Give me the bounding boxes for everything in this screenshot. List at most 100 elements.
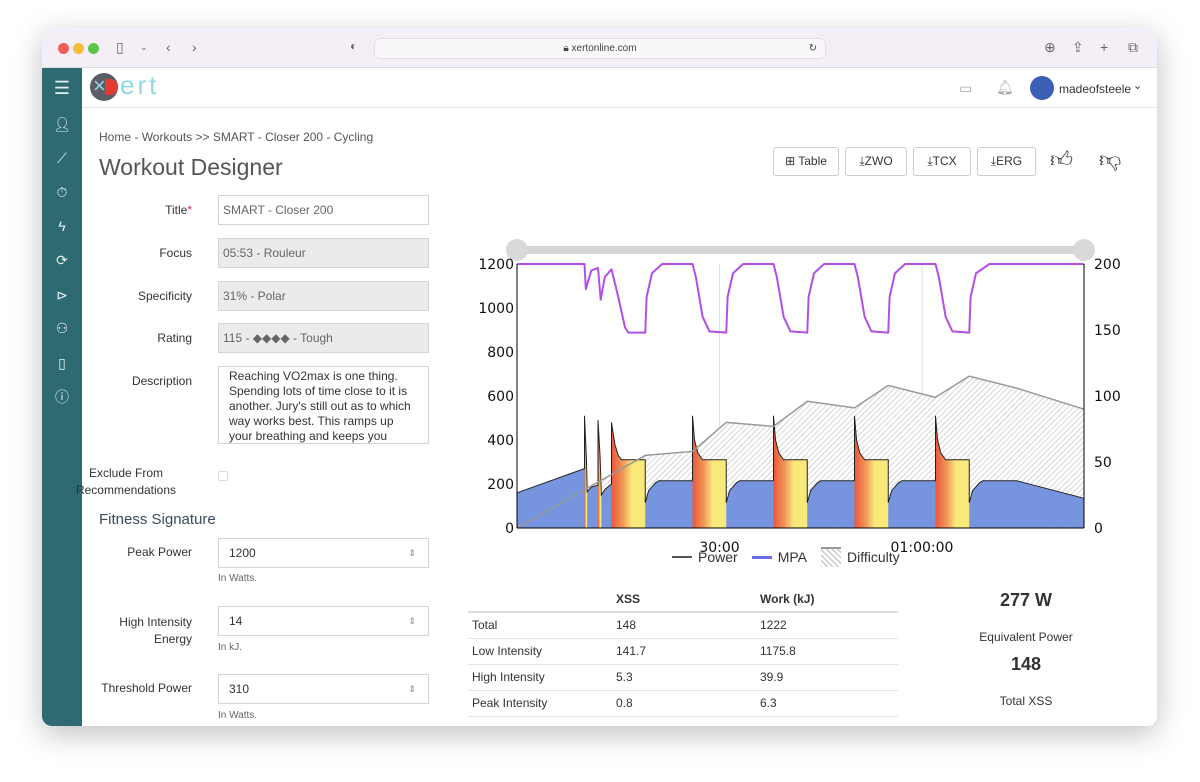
download-zwo-button[interactable]: ⤓ZWO [845, 147, 907, 176]
thumbs-down-icon[interactable]: 👎︎ [1099, 146, 1121, 173]
share-icon[interactable]: ⇪ [1072, 39, 1084, 56]
table-cell: 0.8 [612, 690, 756, 717]
peak-power-value: 1200 [229, 546, 256, 560]
stepper-icon[interactable]: ⇕ [408, 675, 416, 703]
high-intensity-interval [692, 415, 727, 528]
chart-icon[interactable]: ⟋ [52, 148, 72, 168]
legend-mpa[interactable]: MPA [778, 549, 807, 565]
title-input[interactable]: SMART - Closer 200 [218, 195, 429, 225]
bolt-icon[interactable]: ϟ [52, 216, 72, 236]
table-row: High Intensity 5.3 39.9 [468, 664, 898, 691]
close-window-button[interactable] [58, 43, 69, 54]
description-label: Description [131, 374, 192, 388]
description-textarea[interactable]: Reaching VO2max is one thing. Spending l… [218, 366, 429, 444]
workout-chart[interactable]: 02004006008001000120005010015020030:00 01… [460, 200, 1120, 560]
video-icon[interactable]: ▭ [959, 80, 972, 97]
thumbs-up-icon[interactable]: 👍︎ [1050, 146, 1073, 173]
bell-icon[interactable]: 🔔︎ [996, 79, 1014, 96]
forward-icon[interactable]: › [192, 39, 197, 55]
minimize-window-button[interactable] [73, 43, 84, 54]
legend-power[interactable]: Power [698, 549, 738, 565]
browser-window: ▯ ⌄ ‹ › ◐ 🔒︎ xertonline.com ↻ ⊕ ⇪ + ⧉ ☰ 👤… [42, 28, 1157, 726]
y-left-tick-label: 1200 [478, 257, 514, 273]
user-name[interactable]: madeofsteele [1059, 82, 1131, 96]
title-label: Title* [42, 203, 192, 217]
y-right-tick-label: 0 [1094, 521, 1103, 537]
specificity-label: Specificity [137, 289, 192, 303]
breadcrumb-home[interactable]: Home [99, 130, 131, 144]
table-header-row: XSS Work (kJ) [468, 586, 898, 613]
range-slider-track [517, 246, 1084, 254]
app-header: × ert ▭ 🔔︎ madeofsteele ⌄ ⊕ [82, 68, 1157, 108]
logo-icon[interactable]: × [90, 73, 118, 101]
exclude-label: Exclude From Recommendations [51, 465, 201, 499]
exclude-label-line2: Recommendations [75, 483, 177, 497]
column-header [468, 586, 612, 613]
download-tcx-button[interactable]: ⤓TCX [913, 147, 971, 176]
rating-field: 115 - ◆◆◆◆ - Tough [218, 323, 429, 353]
legend-difficulty[interactable]: Difficulty [847, 549, 900, 565]
address-bar[interactable]: 🔒︎ xertonline.com ↻ [374, 38, 826, 59]
tabs-overview-icon[interactable]: ⧉ [1128, 39, 1138, 56]
back-icon[interactable]: ‹ [166, 39, 171, 55]
reload-icon[interactable]: ↻ [809, 39, 817, 58]
high-intensity-interval [611, 415, 646, 528]
y-left-tick-label: 1000 [478, 301, 514, 317]
table-icon: ⊞ [785, 154, 799, 168]
chevron-down-icon[interactable]: ⌄ [140, 42, 148, 53]
phone-icon[interactable]: ▯ [52, 353, 72, 373]
difficulty-legend-swatch [821, 547, 841, 567]
hie-label: High Intensity Energy [42, 614, 192, 648]
new-tab-icon[interactable]: + [1100, 39, 1108, 55]
maximize-window-button[interactable] [88, 43, 99, 54]
y-left-tick-label: 0 [505, 521, 514, 537]
exclude-checkbox[interactable] [218, 471, 228, 481]
required-mark: * [187, 203, 192, 217]
title-label-text: Title [165, 203, 188, 217]
stats-table: XSS Work (kJ) Total 148 1222 Low Intensity 1… [468, 586, 898, 717]
table-cell: 1222 [756, 612, 898, 639]
peak-power-input[interactable]: 1200 ⇕ [218, 538, 429, 568]
focus-field: 05:53 - Rouleur [218, 238, 429, 268]
fitness-signature-heading: Fitness Signature [99, 511, 216, 528]
chevron-down-icon[interactable]: ⌄ [1133, 79, 1142, 92]
stepper-icon[interactable]: ⇕ [408, 539, 416, 567]
table-cell: Peak Intensity [468, 690, 612, 717]
column-header-work: Work (kJ) [756, 586, 898, 613]
table-row: Peak Intensity 0.8 6.3 [468, 690, 898, 717]
user-icon[interactable]: 👤︎ [52, 114, 72, 134]
table-cell: 6.3 [756, 690, 898, 717]
hie-input[interactable]: 14 ⇕ [218, 606, 429, 636]
avatar[interactable] [1030, 76, 1054, 100]
browser-titlebar: ▯ ⌄ ‹ › ◐ 🔒︎ xertonline.com ↻ ⊕ ⇪ + ⧉ [42, 28, 1157, 68]
y-right-tick-label: 150 [1094, 323, 1120, 339]
y-right-tick-label: 200 [1094, 257, 1120, 273]
breadcrumb-workouts[interactable]: Workouts [142, 130, 192, 144]
hie-hint: In kJ. [218, 642, 242, 653]
download-icon[interactable]: ⊕ [1044, 39, 1056, 56]
table-cell: 1175.8 [756, 638, 898, 665]
y-right-tick-label: 50 [1094, 455, 1112, 471]
help-icon[interactable]: ⓘ [52, 387, 72, 407]
sidebar-toggle-icon[interactable]: ▯ [116, 39, 124, 56]
shield-icon[interactable]: ◐ [350, 39, 357, 53]
focus-label: Focus [159, 246, 192, 260]
hie-label-line2: Energy [153, 632, 192, 646]
table-cell: 141.7 [612, 638, 756, 665]
page-title: Workout Designer [99, 154, 283, 180]
timer-icon[interactable]: ⏱︎ [52, 182, 72, 202]
menu-icon[interactable]: ☰ [52, 78, 72, 98]
total-xss-label: Total XSS [999, 694, 1053, 708]
range-slider-handle[interactable] [1073, 239, 1095, 261]
breadcrumb-current: SMART - Closer 200 - Cycling [212, 130, 374, 144]
lock-icon: 🔒︎ [563, 43, 572, 54]
table-cell: Total [468, 612, 612, 639]
stepper-icon[interactable]: ⇕ [408, 607, 416, 635]
tcx-label: TCX [932, 154, 957, 168]
y-left-tick-label: 600 [487, 389, 514, 405]
download-erg-button[interactable]: ⤓ERG [977, 147, 1036, 176]
equivalent-power-value: 277 W [999, 590, 1053, 610]
table-button[interactable]: ⊞ Table [773, 147, 839, 176]
threshold-power-input[interactable]: 310 ⇕ [218, 674, 429, 704]
table-cell: 148 [612, 612, 756, 639]
